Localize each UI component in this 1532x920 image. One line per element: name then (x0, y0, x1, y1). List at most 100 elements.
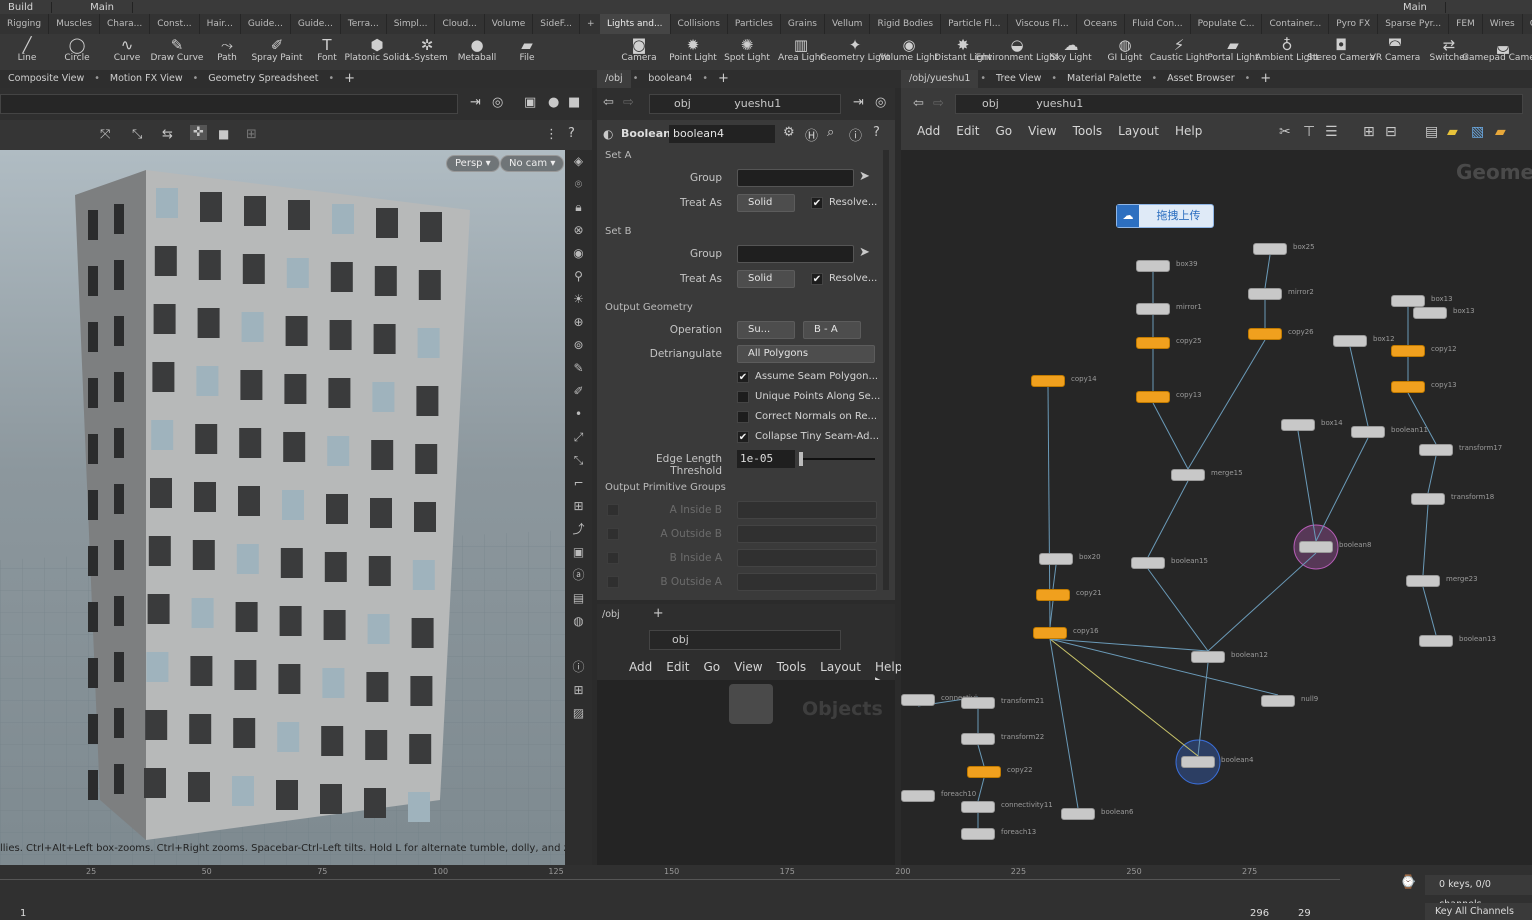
close-tab-icon[interactable]: • (1243, 70, 1253, 88)
node-body[interactable] (1171, 469, 1205, 481)
shelf-tool[interactable]: ▰ Portal Light (1207, 34, 1258, 70)
info-icon[interactable]: ⓘ (849, 125, 862, 144)
close-tab-icon[interactable]: • (700, 70, 710, 88)
help-icon[interactable]: ? (873, 125, 880, 140)
select-arrow-icon[interactable]: ➤ (859, 245, 870, 260)
resolve-a-checkbox[interactable]: ✔ (811, 197, 823, 209)
shelf-tab[interactable]: Oceans (1077, 14, 1126, 34)
node-body[interactable] (1136, 303, 1170, 315)
node-body[interactable] (1406, 575, 1440, 587)
shelf-tool[interactable]: ☁ Sky Light (1046, 34, 1096, 70)
node-body[interactable] (1391, 381, 1425, 393)
camera-icon[interactable]: ⌾ (575, 173, 582, 196)
select-arrow-icon[interactable]: ➤ (859, 169, 870, 184)
shelf-tool[interactable]: ▰ File (504, 34, 550, 70)
close-tab-icon[interactable]: • (978, 70, 988, 88)
option-checkbox[interactable]: ✔ (737, 371, 749, 383)
node-body[interactable] (901, 790, 935, 802)
ghost-icon[interactable]: ⊗ (573, 219, 583, 242)
start-frame[interactable]: 1 (20, 908, 26, 919)
lower-path-field[interactable]: obj (649, 630, 841, 650)
prim-group-checkbox[interactable] (607, 504, 619, 516)
shelf-tool[interactable]: ✎ Draw Curve (151, 34, 204, 70)
brush-icon[interactable]: ✎ (573, 357, 583, 380)
scene-viewport[interactable] (0, 150, 565, 865)
shelf-tab[interactable]: Populate C... (1191, 14, 1263, 34)
shelf-tool[interactable]: ◚ VR Camera (1370, 34, 1421, 70)
shelf-tab[interactable]: Rigging (0, 14, 50, 34)
display-icon[interactable]: ▣ (524, 95, 536, 110)
shelf-tool[interactable]: ● Metaball (454, 34, 500, 70)
node-body[interactable] (1248, 288, 1282, 300)
shelf-tab[interactable]: SideF... (533, 14, 581, 34)
light-icon[interactable]: ⚲ (574, 265, 583, 288)
prim-group-field[interactable] (737, 549, 877, 567)
camera-menu[interactable]: No cam ▾ (500, 155, 565, 172)
close-tab-icon[interactable]: • (92, 70, 102, 88)
help-icon[interactable]: ? (568, 126, 575, 141)
node-body[interactable] (1191, 651, 1225, 663)
shelf-tab[interactable]: Guide... (241, 14, 291, 34)
node-body[interactable] (1351, 426, 1385, 438)
shelf-tool[interactable]: ✸ Distant Light (934, 34, 992, 70)
shelf-tab[interactable]: Sparse Pyr... (1378, 14, 1450, 34)
path-obj[interactable]: obj (674, 97, 691, 110)
object-node[interactable] (729, 684, 773, 724)
node-body[interactable] (1299, 541, 1333, 553)
bulb-icon[interactable]: ☀ (573, 288, 584, 311)
close-tab-icon[interactable]: • (1049, 70, 1059, 88)
shelf-tab[interactable]: Container... (1262, 14, 1330, 34)
node-icon[interactable]: ⊚ (573, 334, 583, 357)
node-body[interactable] (1061, 808, 1095, 820)
close-tab-icon[interactable]: • (1150, 70, 1160, 88)
pane-tab[interactable]: Material Palette (1059, 70, 1150, 88)
shelf-tool[interactable]: ✹ Point Light (668, 34, 718, 70)
move-icon[interactable]: ⤡ (132, 127, 142, 142)
fps-value[interactable]: 29 (1298, 908, 1311, 919)
shelf-tool[interactable]: ◙ Camera (614, 34, 664, 70)
shelf-tab[interactable]: Cloud... (435, 14, 485, 34)
shelf-tab[interactable]: Lights and... (600, 14, 671, 34)
forward-icon[interactable]: ⇨ (623, 95, 634, 110)
node-body[interactable] (1419, 444, 1453, 456)
pane-tab[interactable]: Geometry Spreadsheet (200, 70, 326, 88)
edge-length-slider[interactable] (801, 458, 875, 460)
select-icon[interactable]: ⤧ (100, 127, 110, 142)
node-body[interactable] (1281, 419, 1315, 431)
node-body[interactable] (967, 766, 1001, 778)
shelf-tool[interactable]: ◘ Stereo Camera (1307, 34, 1375, 70)
node-body[interactable] (1036, 589, 1070, 601)
shelf-tool[interactable]: ◯ Circle (54, 34, 100, 70)
prim-group-field[interactable] (737, 525, 877, 543)
shelf-tab[interactable]: Hair... (200, 14, 241, 34)
prim-group-checkbox[interactable] (607, 576, 619, 588)
shelf-tab[interactable]: Guide... (291, 14, 341, 34)
pane-tab[interactable]: Motion FX View (102, 70, 191, 88)
viewport-path-field[interactable] (0, 94, 458, 114)
node-body[interactable] (1181, 756, 1215, 768)
node-body[interactable] (1333, 335, 1367, 347)
node-body[interactable] (961, 733, 995, 745)
operation-menu[interactable]: Su... (737, 321, 795, 339)
add-tab-icon[interactable]: + (336, 70, 363, 88)
node-body[interactable] (1391, 345, 1425, 357)
node-body[interactable] (1039, 553, 1073, 565)
pin-icon[interactable]: ⇥ (470, 95, 481, 110)
resolve-b-checkbox[interactable]: ✔ (811, 273, 823, 285)
pane-tab[interactable]: Tree View (988, 70, 1049, 88)
shelf-tool[interactable]: ◉ Volume Light (880, 34, 939, 70)
shelf-tab[interactable]: Wires (1483, 14, 1523, 34)
screenshot-icon[interactable]: ▨ (573, 702, 584, 725)
close-tab-icon[interactable]: • (191, 70, 201, 88)
group-b-field[interactable] (737, 245, 854, 263)
option-checkbox[interactable]: ✔ (737, 431, 749, 443)
shelf-tool[interactable]: ⚡ Caustic Light (1150, 34, 1209, 70)
shelf-tab[interactable]: Chara... (100, 14, 151, 34)
shelf-tool[interactable]: T Font (304, 34, 350, 70)
desktop-main-menu[interactable]: Main (82, 1, 133, 13)
node-name-field[interactable]: boolean4 (669, 125, 775, 143)
layout-icon[interactable]: ■ (568, 95, 580, 110)
h-icon[interactable]: Ⓗ (805, 125, 818, 144)
add-tab-icon[interactable]: + (710, 70, 737, 88)
pane-tab[interactable]: /obj/yueshu1 (901, 70, 979, 88)
